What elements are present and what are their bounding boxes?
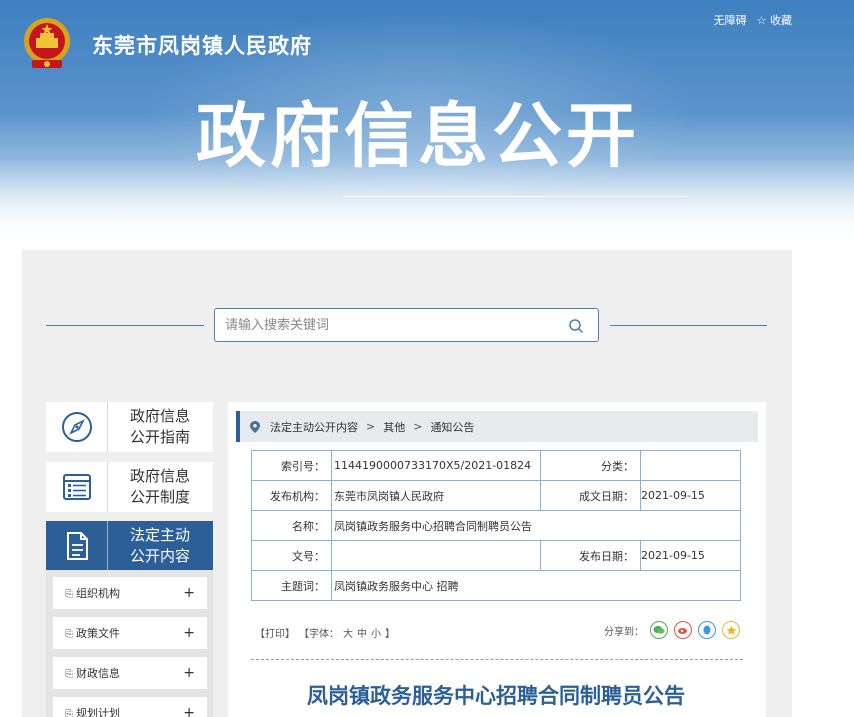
file-icon: ⎘ xyxy=(65,669,73,680)
subject-label: 主题词： xyxy=(251,570,332,601)
sidebar-card-label: 政府信息 公开指南 xyxy=(120,406,200,448)
breadcrumb-separator: > xyxy=(366,420,376,433)
breadcrumb: 法定主动公开内容 > 其他 > 通知公告 xyxy=(236,411,758,442)
compass-icon xyxy=(46,402,108,452)
print-button[interactable]: 【打印】 xyxy=(255,625,295,640)
publisher-value: 东莞市凤岗镇人民政府 xyxy=(331,480,541,511)
subject-value: 凤岗镇政务服务中心 招聘 xyxy=(331,570,741,601)
content-divider xyxy=(251,659,743,660)
breadcrumb-separator: > xyxy=(413,420,423,433)
document-meta-table: 索引号： 1144190000733170X5/2021-01824 分类： 发… xyxy=(251,450,741,601)
table-row: 文号： 发布日期： 2021-09-15 xyxy=(251,540,741,571)
expand-plus-icon[interactable]: + xyxy=(183,665,195,681)
sidebar-card-disclosure-guide[interactable]: 政府信息 公开指南 xyxy=(46,402,213,452)
national-emblem-icon xyxy=(24,18,70,68)
file-icon: ⎘ xyxy=(65,709,73,717)
table-row: 主题词： 凤岗镇政务服务中心 招聘 xyxy=(251,570,741,601)
font-size-prefix: 【字体： xyxy=(299,629,339,640)
wechat-icon[interactable] xyxy=(650,621,668,639)
search-input[interactable] xyxy=(215,309,545,341)
submenu-item-planning[interactable]: ⎘ 规划计划 + xyxy=(53,697,207,717)
sidebar-card-label: 政府信息 公开制度 xyxy=(120,466,200,508)
breadcrumb-item-statutory[interactable]: 法定主动公开内容 xyxy=(270,419,358,435)
submenu-item-finance[interactable]: ⎘ 财政信息 + xyxy=(53,657,207,689)
sidebar-card-disclosure-system[interactable]: 政府信息 公开制度 xyxy=(46,462,213,512)
category-label: 分类： xyxy=(540,450,641,481)
sidebar-card-line2: 公开制度 xyxy=(129,488,190,506)
share-label: 分享到： xyxy=(604,626,644,638)
sidebar-card-line1: 政府信息 xyxy=(129,407,190,425)
accessibility-link[interactable]: 无障碍 xyxy=(714,12,747,28)
published-date-value: 2021-09-15 xyxy=(640,540,741,571)
name-value: 凤岗镇政务服务中心招聘合同制聘员公告 xyxy=(331,510,741,541)
font-small-button[interactable]: 小 xyxy=(371,625,381,640)
top-links: 无障碍 ☆ 收藏 xyxy=(714,12,792,28)
site-title[interactable]: 东莞市凤岗镇人民政府 xyxy=(92,30,312,60)
expand-plus-icon[interactable]: + xyxy=(183,585,195,601)
submenu-item-label: 规划计划 xyxy=(76,707,120,717)
breadcrumb-item-notice[interactable]: 通知公告 xyxy=(430,419,474,435)
search-box xyxy=(214,308,599,342)
sidebar-card-label: 法定主动 公开内容 xyxy=(120,525,200,567)
favorite-link[interactable]: ☆ 收藏 xyxy=(757,12,792,28)
share-bar: 分享到： xyxy=(604,621,740,639)
sidebar-card-line1: 政府信息 xyxy=(129,467,190,485)
font-medium-button[interactable]: 中 xyxy=(357,625,367,640)
qq-icon[interactable] xyxy=(698,621,716,639)
created-date-value: 2021-09-15 xyxy=(640,480,741,511)
submenu-item-text: ⎘ 规划计划 xyxy=(65,705,120,717)
search-divider-left xyxy=(46,325,204,326)
expand-plus-icon[interactable]: + xyxy=(183,705,195,717)
list-document-icon xyxy=(46,462,108,512)
submenu-item-organization[interactable]: ⎘ 组织机构 + xyxy=(53,577,207,609)
search-icon[interactable] xyxy=(568,318,584,334)
qzone-icon[interactable] xyxy=(722,621,740,639)
sidebar-card-line2: 公开内容 xyxy=(129,547,190,565)
submenu-item-label: 政策文件 xyxy=(76,627,120,640)
category-value xyxy=(640,450,741,481)
location-pin-icon xyxy=(250,420,260,433)
font-large-button[interactable]: 大 xyxy=(343,625,353,640)
file-icon: ⎘ xyxy=(65,629,73,640)
publisher-label: 发布机构： xyxy=(251,480,332,511)
breadcrumb-item-other[interactable]: 其他 xyxy=(383,419,405,435)
article-tools: 【打印】 【字体： 大 中 小 】 xyxy=(255,625,395,640)
table-row: 名称： 凤岗镇政务服务中心招聘合同制聘员公告 xyxy=(251,510,741,541)
expand-plus-icon[interactable]: + xyxy=(183,625,195,641)
docno-value xyxy=(331,540,541,571)
document-icon xyxy=(46,521,108,571)
weibo-icon[interactable] xyxy=(674,621,692,639)
submenu-item-policy[interactable]: ⎘ 政策文件 + xyxy=(53,617,207,649)
table-row: 发布机构： 东莞市凤岗镇人民政府 成文日期： 2021-09-15 xyxy=(251,480,741,511)
table-row: 索引号： 1144190000733170X5/2021-01824 分类： xyxy=(251,450,741,481)
index-value: 1144190000733170X5/2021-01824 xyxy=(331,450,541,481)
font-size-suffix: 】 xyxy=(385,629,395,640)
submenu-item-text: ⎘ 政策文件 xyxy=(65,625,120,641)
name-label: 名称： xyxy=(251,510,332,541)
sidebar-card-statutory-content[interactable]: 法定主动 公开内容 xyxy=(46,521,213,571)
file-icon: ⎘ xyxy=(65,589,73,600)
submenu-item-label: 组织机构 xyxy=(76,587,120,600)
created-date-label: 成文日期： xyxy=(540,480,641,511)
index-label: 索引号： xyxy=(251,450,332,481)
submenu-item-text: ⎘ 财政信息 xyxy=(65,665,120,681)
submenu-item-label: 财政信息 xyxy=(76,667,120,680)
docno-label: 文号： xyxy=(251,540,332,571)
submenu-item-text: ⎘ 组织机构 xyxy=(65,585,120,601)
banner-divider xyxy=(343,196,687,197)
article-title: 凤岗镇政务服务中心招聘合同制聘员公告 xyxy=(307,684,685,708)
banner-title: 政府信息公开 xyxy=(196,95,640,177)
sidebar-card-line2: 公开指南 xyxy=(129,428,190,446)
sidebar-card-line1: 法定主动 xyxy=(129,526,190,544)
published-date-label: 发布日期： xyxy=(540,540,641,571)
search-divider-right xyxy=(610,325,767,326)
